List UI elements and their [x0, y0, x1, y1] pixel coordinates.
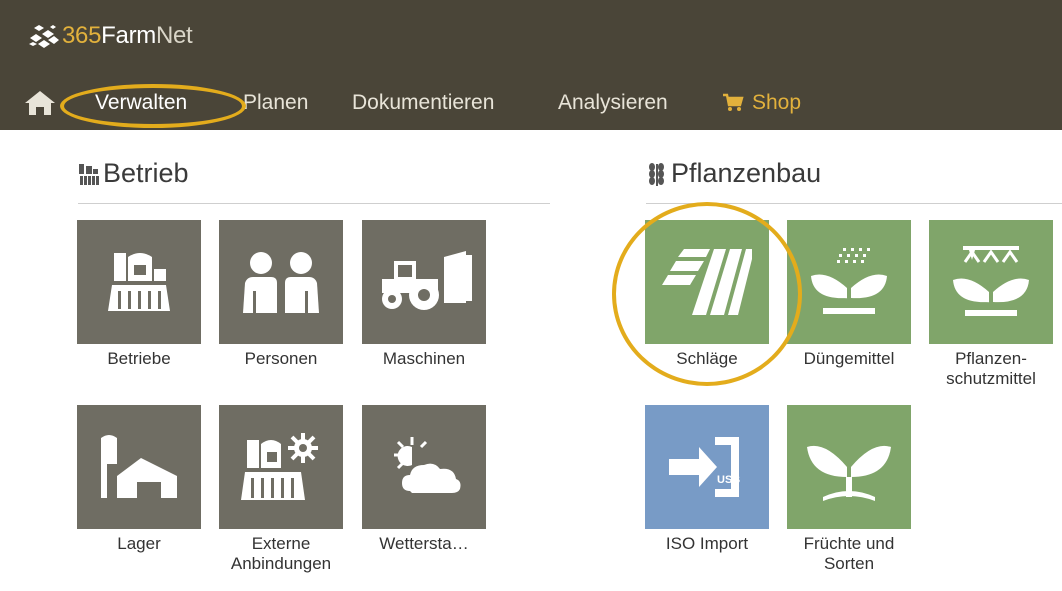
shopping-cart-icon — [723, 93, 744, 111]
tile-externe-anbindungen-label: Externe Anbindungen — [230, 534, 332, 573]
external-connections-icon — [241, 433, 318, 500]
field-grid-logo-icon — [29, 25, 59, 48]
tile-externe-anbindungen[interactable]: Externe Anbindungen — [219, 405, 343, 574]
tile-maschinen[interactable]: Maschinen — [362, 220, 486, 369]
tile-betriebe-label: Betriebe — [107, 349, 171, 368]
tile-personen-label: Personen — [244, 349, 318, 368]
section-divider-betrieb — [78, 203, 550, 204]
fertilizer-icon — [811, 248, 887, 314]
tile-personen-box — [219, 220, 343, 344]
tile-pflanzenschutzmittel[interactable]: Pflanzen-schutzmittel — [929, 220, 1053, 389]
crops-varieties-icon — [807, 445, 891, 501]
tile-wetterstation[interactable]: Wettersta… — [362, 405, 486, 554]
farm-section-icon — [79, 163, 99, 185]
usb-import-icon: USB — [669, 437, 740, 497]
tile-pflanzenschutzmittel-label: Pflanzen-schutzmittel — [946, 349, 1036, 388]
nav-planen[interactable]: Planen — [243, 91, 308, 115]
tile-duengemittel-box — [787, 220, 911, 344]
tile-personen[interactable]: Personen — [219, 220, 343, 369]
svg-text:USB: USB — [717, 474, 740, 486]
section-title-pflanzenbau: Pflanzenbau — [646, 158, 821, 189]
tile-wetterstation-label: Wettersta… — [379, 534, 469, 553]
tile-duengemittel[interactable]: Düngemittel — [787, 220, 911, 369]
app-logo[interactable]: 365FarmNet — [28, 22, 193, 50]
home-icon[interactable] — [24, 90, 56, 116]
farm-buildings-icon — [108, 253, 170, 311]
nav-dokumentieren[interactable]: Dokumentieren — [352, 91, 494, 115]
highlight-circle — [612, 202, 802, 386]
tile-betriebe[interactable]: Betriebe — [77, 220, 201, 369]
tile-iso-import[interactable]: USB ISO Import — [645, 405, 769, 554]
storage-icon — [101, 435, 177, 498]
persons-icon — [243, 252, 319, 313]
tile-externe-anbindungen-box — [219, 405, 343, 529]
tile-fruechte-und-sorten-label: Früchte und Sorten — [803, 534, 895, 573]
crop-protection-icon — [953, 246, 1029, 316]
tile-fruechte-und-sorten-box — [787, 405, 911, 529]
nav-analysieren[interactable]: Analysieren — [558, 91, 668, 115]
tile-lager[interactable]: Lager — [77, 405, 201, 554]
tile-iso-import-label: ISO Import — [665, 534, 749, 553]
tile-lager-label: Lager — [117, 534, 161, 553]
highlight-oval — [60, 84, 246, 128]
tile-maschinen-label: Maschinen — [382, 349, 466, 368]
tile-maschinen-box — [362, 220, 486, 344]
tile-fruechte-und-sorten[interactable]: Früchte und Sorten — [787, 405, 911, 574]
section-title-betrieb: Betrieb — [78, 158, 189, 189]
tile-lager-box — [77, 405, 201, 529]
tile-duengemittel-label: Düngemittel — [803, 349, 895, 368]
weather-icon — [394, 437, 461, 493]
tile-iso-import-box: USB — [645, 405, 769, 529]
tile-pflanzenschutzmittel-box — [929, 220, 1053, 344]
tile-betriebe-box — [77, 220, 201, 344]
plant-section-icon — [649, 162, 664, 186]
tile-wetterstation-box — [362, 405, 486, 529]
tractor-icon — [382, 251, 472, 310]
nav-shop[interactable]: Shop — [722, 91, 801, 115]
nav-shop-label: Shop — [752, 91, 802, 114]
app-name: 365FarmNet — [62, 22, 193, 49]
